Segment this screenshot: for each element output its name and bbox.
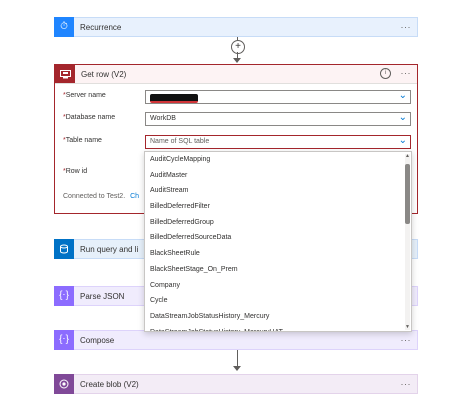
add-step-plus-icon[interactable]: + — [231, 40, 245, 54]
dropdown-option[interactable]: Company — [145, 278, 411, 294]
dropdown-option[interactable]: BlackSheetStage_On_Prem — [145, 262, 411, 278]
arrow-down-icon — [233, 366, 241, 371]
dropdown-option[interactable]: AuditCycleMapping — [145, 152, 411, 168]
create-blob-title: Create blob (V2) — [80, 379, 139, 389]
dropdown-option[interactable]: AuditStream — [145, 183, 411, 199]
get-row-header[interactable]: Get row (V2) i ··· — [55, 65, 417, 84]
dropdown-option[interactable]: Cycle — [145, 293, 411, 309]
compose-title: Compose — [80, 335, 115, 345]
dropdown-option[interactable]: BilledDeferredSourceData — [145, 230, 411, 246]
scroll-up-icon[interactable]: ▲ — [405, 154, 410, 159]
server-name-field[interactable]: ⌄ — [145, 90, 411, 104]
create-blob-more-button[interactable]: ··· — [401, 379, 412, 389]
info-icon[interactable]: i — [380, 68, 391, 79]
braces-icon: {⋅} — [54, 329, 74, 350]
compose-step[interactable]: {⋅} Compose ··· — [54, 329, 418, 350]
database-name-value: WorkDB — [150, 115, 176, 122]
scroll-down-icon[interactable]: ▼ — [405, 325, 410, 330]
dropdown-option[interactable]: DataStreamJobStatusHistory_MercuryUAT — [145, 325, 411, 331]
table-name-label: *Table name — [63, 137, 102, 144]
sql-monitor-icon — [59, 69, 71, 78]
table-name-dropdown: AuditCycleMapping AuditMaster AuditStream B… — [144, 151, 412, 332]
dropdown-option[interactable]: AuditMaster — [145, 168, 411, 184]
parse-json-title: Parse JSON — [80, 291, 125, 301]
chevron-down-icon[interactable]: ⌄ — [399, 135, 407, 147]
dropdown-option[interactable]: DataStreamJobStatusHistory_Mercury — [145, 309, 411, 325]
connector-line — [237, 350, 238, 367]
get-row-more-button[interactable]: ··· — [401, 68, 412, 78]
table-name-field[interactable]: Name of SQL table ⌄ — [145, 135, 411, 149]
redacted-value — [150, 94, 198, 103]
connection-status: Connected to Test2. Ch — [63, 193, 140, 200]
scrollbar[interactable]: ▲ ▼ — [405, 154, 410, 330]
blob-storage-icon — [54, 373, 74, 394]
sql-query-icon — [54, 238, 74, 259]
change-connection-link[interactable]: Ch — [130, 193, 139, 200]
chevron-down-icon[interactable]: ⌄ — [399, 112, 407, 124]
database-name-label: *Database name — [63, 114, 116, 121]
chevron-down-icon[interactable]: ⌄ — [399, 90, 407, 102]
get-row-title: Get row (V2) — [81, 69, 127, 79]
run-query-title: Run query and li — [80, 244, 139, 254]
clock-icon: ⏱ — [54, 16, 74, 37]
sql-database-icon — [55, 65, 75, 83]
row-id-label: *Row id — [63, 168, 88, 175]
dropdown-option[interactable]: BilledDeferredFilter — [145, 199, 411, 215]
server-name-label: *Server name — [63, 92, 106, 99]
scrollbar-thumb[interactable] — [405, 164, 410, 224]
database-name-field[interactable]: WorkDB ⌄ — [145, 112, 411, 126]
dropdown-option[interactable]: BlackSheetRule — [145, 246, 411, 262]
dropdown-option[interactable]: BilledDeferredGroup — [145, 215, 411, 231]
create-blob-step[interactable]: Create blob (V2) ··· — [54, 373, 418, 394]
recurrence-more-button[interactable]: ··· — [401, 22, 412, 32]
table-name-placeholder: Name of SQL table — [150, 138, 210, 145]
recurrence-step[interactable]: ⏱ Recurrence ··· — [54, 16, 418, 37]
braces-icon: {⋅} — [54, 285, 74, 306]
arrow-down-icon — [233, 58, 241, 63]
recurrence-title: Recurrence — [80, 22, 122, 32]
dropdown-list: AuditCycleMapping AuditMaster AuditStream B… — [145, 152, 411, 331]
compose-more-button[interactable]: ··· — [401, 335, 412, 345]
